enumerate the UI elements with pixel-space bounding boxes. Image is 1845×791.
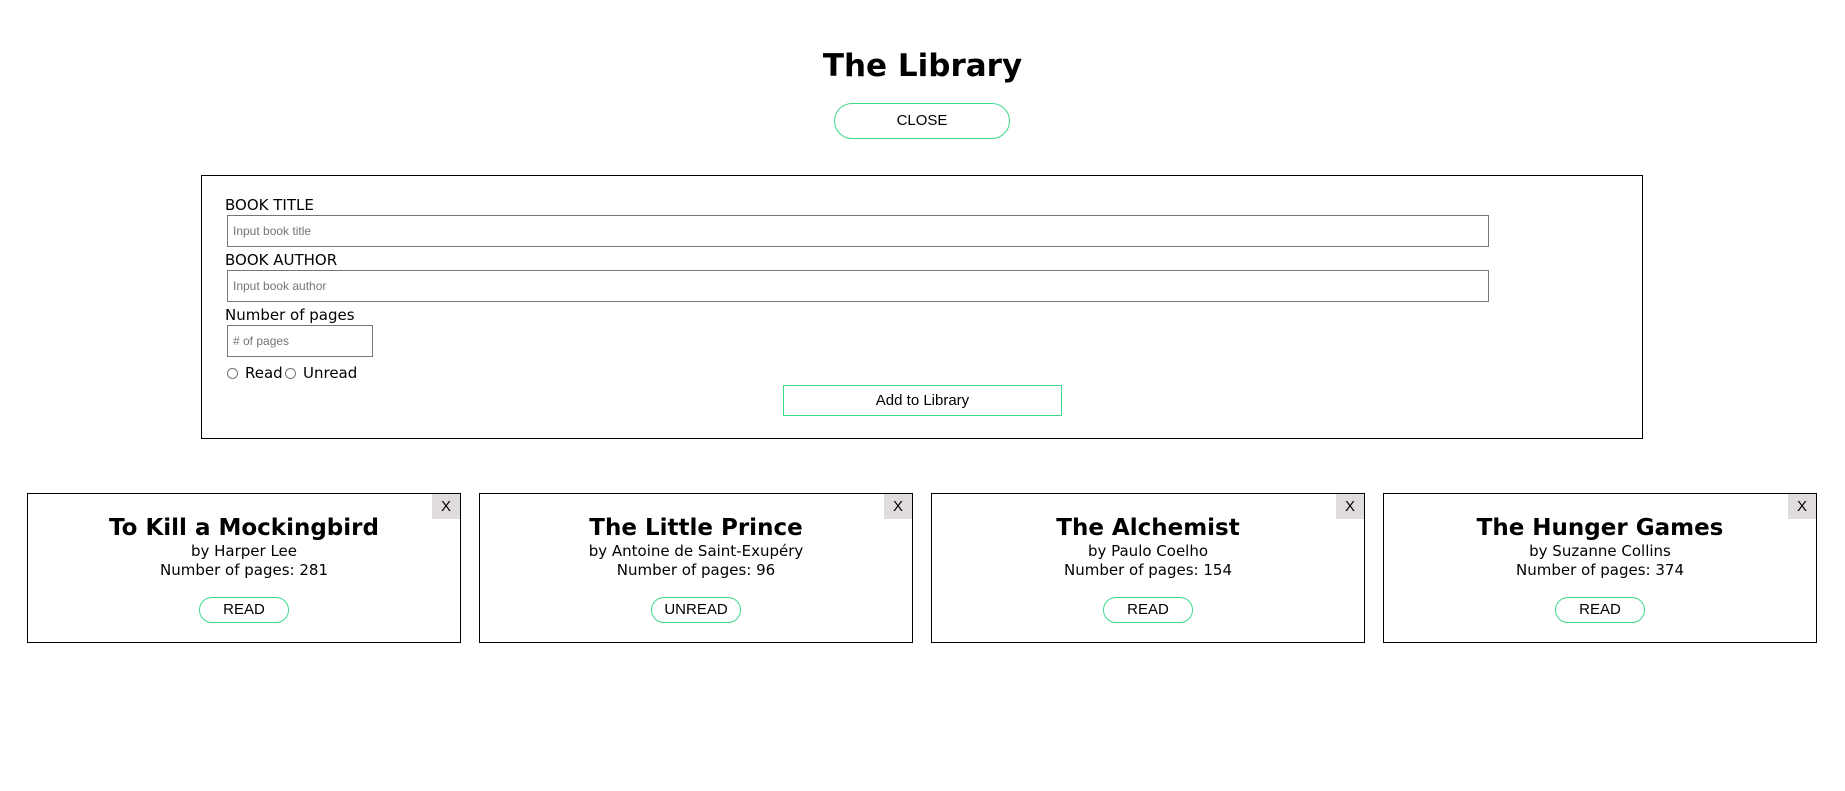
add-to-library-button[interactable]: Add to Library xyxy=(783,385,1062,416)
book-pages: Number of pages: 281 xyxy=(160,561,328,579)
unread-radio[interactable] xyxy=(285,367,296,379)
book-card: X The Hunger Games by Suzanne Collins Nu… xyxy=(1383,493,1817,643)
book-pages: Number of pages: 96 xyxy=(616,561,776,579)
book-title: To Kill a Mockingbird xyxy=(109,515,379,541)
read-status-button[interactable]: READ xyxy=(199,597,289,623)
book-author: by Harper Lee xyxy=(190,542,298,560)
book-author: by Suzanne Collins xyxy=(1529,542,1671,560)
book-author: by Antoine de Saint-Exupéry xyxy=(588,542,804,560)
read-status-button[interactable]: READ xyxy=(1103,597,1193,623)
read-radio-option[interactable]: Read xyxy=(227,364,283,382)
close-form-button[interactable]: CLOSE xyxy=(834,103,1010,139)
unread-radio-label: Unread xyxy=(303,364,358,382)
add-book-form: BOOK TITLE BOOK AUTHOR Number of pages R… xyxy=(201,175,1643,439)
book-title: The Alchemist xyxy=(1056,515,1240,541)
book-author: by Paulo Coelho xyxy=(1087,542,1209,560)
book-author-label: BOOK AUTHOR xyxy=(225,251,338,269)
book-card: X The Little Prince by Antoine de Saint-… xyxy=(479,493,913,643)
book-title: The Little Prince xyxy=(589,515,803,541)
book-title: The Hunger Games xyxy=(1476,515,1724,541)
book-card: X The Alchemist by Paulo Coelho Number o… xyxy=(931,493,1365,643)
page-title: The Library xyxy=(822,48,1023,84)
book-title-input[interactable] xyxy=(227,215,1489,247)
book-pages: Number of pages: 374 xyxy=(1516,561,1684,579)
book-pages: Number of pages: 154 xyxy=(1064,561,1232,579)
unread-radio-option[interactable]: Unread xyxy=(285,364,357,382)
read-radio-label: Read xyxy=(245,364,283,382)
pages-input[interactable] xyxy=(227,325,373,357)
book-author-input[interactable] xyxy=(227,270,1489,302)
book-title-label: BOOK TITLE xyxy=(225,196,314,214)
read-radio[interactable] xyxy=(227,367,238,379)
book-card: X To Kill a Mockingbird by Harper Lee Nu… xyxy=(27,493,461,643)
read-status-button[interactable]: READ xyxy=(1555,597,1645,623)
read-status-button[interactable]: UNREAD xyxy=(651,597,741,623)
pages-label: Number of pages xyxy=(225,306,355,324)
